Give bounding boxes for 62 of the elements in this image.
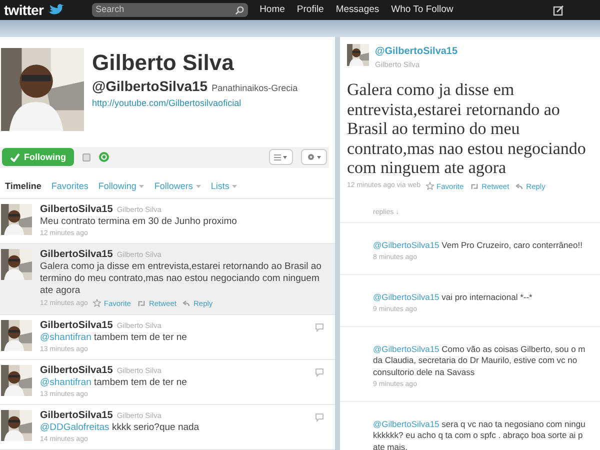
bird-icon xyxy=(48,4,64,16)
refresh-icon[interactable] xyxy=(99,152,109,162)
following-button[interactable]: Following xyxy=(2,148,74,166)
speech-bubble-icon xyxy=(315,413,324,422)
detail-tweet-text: Galera como ja disse em entrevista,estarei retornando ao Brasil ao termino do meu contrato,mas nao estou negociando com ninguem ate agora xyxy=(346,80,587,178)
mention-link[interactable]: @GilbertoSilva15 xyxy=(373,240,440,250)
mention-link[interactable]: @shantifran xyxy=(40,332,92,343)
profile-link[interactable]: http://youtube.com/Gilbertosilvaoficial xyxy=(92,97,298,110)
nav-link[interactable]: Who To Follow xyxy=(391,2,454,18)
device-icon[interactable] xyxy=(82,152,91,162)
reply-text: @GilbertoSilva15 Como vão as coisas Gilberto, sou o m da Claudia, secretaria do Dr Maurilo, estive com vc no consultorio dele na Savass xyxy=(373,344,586,378)
tab[interactable]: Favorites xyxy=(46,176,94,198)
mention-link[interactable]: @GilbertoSilva15 xyxy=(373,418,440,428)
list-icon xyxy=(274,154,288,161)
logo[interactable]: twitter xyxy=(4,0,64,20)
mention-link[interactable]: @GilbertoSilva15 xyxy=(373,292,440,302)
mention-link[interactable]: @DDGalofreitas xyxy=(40,422,110,433)
tweet-text: Meu contrato termina em 30 de Junho proximo xyxy=(40,216,238,228)
tweet-username[interactable]: GilbertoSilva15 xyxy=(40,410,113,422)
tweet-username[interactable]: GilbertoSilva15 xyxy=(40,320,113,332)
reply-icon xyxy=(515,182,524,190)
list-menu-button[interactable] xyxy=(269,149,293,166)
retweet-icon xyxy=(470,182,479,190)
profile-location: Panathinaikos-Grecia xyxy=(212,82,298,95)
tab[interactable]: Following xyxy=(93,176,150,198)
star-icon xyxy=(92,299,101,308)
speech-bubble-icon xyxy=(315,368,324,377)
profile-name: Gilberto Silva xyxy=(92,50,235,76)
settings-menu-button[interactable] xyxy=(301,149,327,166)
tab[interactable]: Followers xyxy=(149,176,206,198)
nav-link[interactable]: Messages xyxy=(336,2,380,18)
check-icon xyxy=(10,152,20,162)
detail-handle[interactable]: @GilbertoSilva15 xyxy=(375,44,458,59)
reply-icon xyxy=(182,300,190,307)
reply-text: @GilbertoSilva15 sera q vc nao ta negosiano com ningu kkkkkk? eu acho q ta com o spfc . abraço boa sorte ai p ate mais. xyxy=(373,418,586,450)
caret-icon xyxy=(232,185,238,189)
compose-icon[interactable] xyxy=(553,4,564,16)
reply-text: @GilbertoSilva15 Vem Pro Cruzeiro, caro conterrâneo!! xyxy=(373,240,584,251)
nav-link[interactable]: Profile xyxy=(296,2,324,18)
tweet-row[interactable] xyxy=(0,244,335,315)
tweet-text: @shantifran tambem tem de ter ne xyxy=(40,377,188,389)
search-icon xyxy=(234,6,244,14)
nav-link[interactable]: Home xyxy=(260,2,285,18)
tweet-username[interactable]: GilbertoSilva15 xyxy=(40,248,113,261)
tweet-text: @DDGalofreitas kkkk serio?que nada xyxy=(40,422,200,434)
retweet-icon xyxy=(136,300,146,307)
search-input[interactable]: Search xyxy=(96,3,216,17)
caret-icon xyxy=(139,185,144,189)
star-icon xyxy=(426,182,434,190)
tweet-username[interactable]: GilbertoSilva15 xyxy=(40,204,113,216)
tweet-username[interactable]: GilbertoSilva15 xyxy=(40,365,113,377)
speech-bubble-icon xyxy=(315,323,324,332)
tweet-text: Galera como ja disse em entrevista,estarei retornando ao Brasil ao termino do meu contrato,mas nao estou negociando com ninguem ate agora xyxy=(40,260,322,297)
reply-text: @GilbertoSilva15 vai pro internacional *--* xyxy=(373,292,534,303)
settings-icon xyxy=(306,153,322,162)
profile-handle: @GilbertoSilva15 xyxy=(92,77,208,96)
search-field[interactable]: Search xyxy=(92,3,248,17)
mention-link[interactable]: @GilbertoSilva15 xyxy=(373,344,440,354)
tweet-text: @shantifran tambem tem de ter ne xyxy=(40,332,188,344)
mention-link[interactable]: @shantifran xyxy=(40,377,92,388)
caret-icon xyxy=(196,185,201,189)
tab[interactable]: Lists xyxy=(206,176,242,198)
